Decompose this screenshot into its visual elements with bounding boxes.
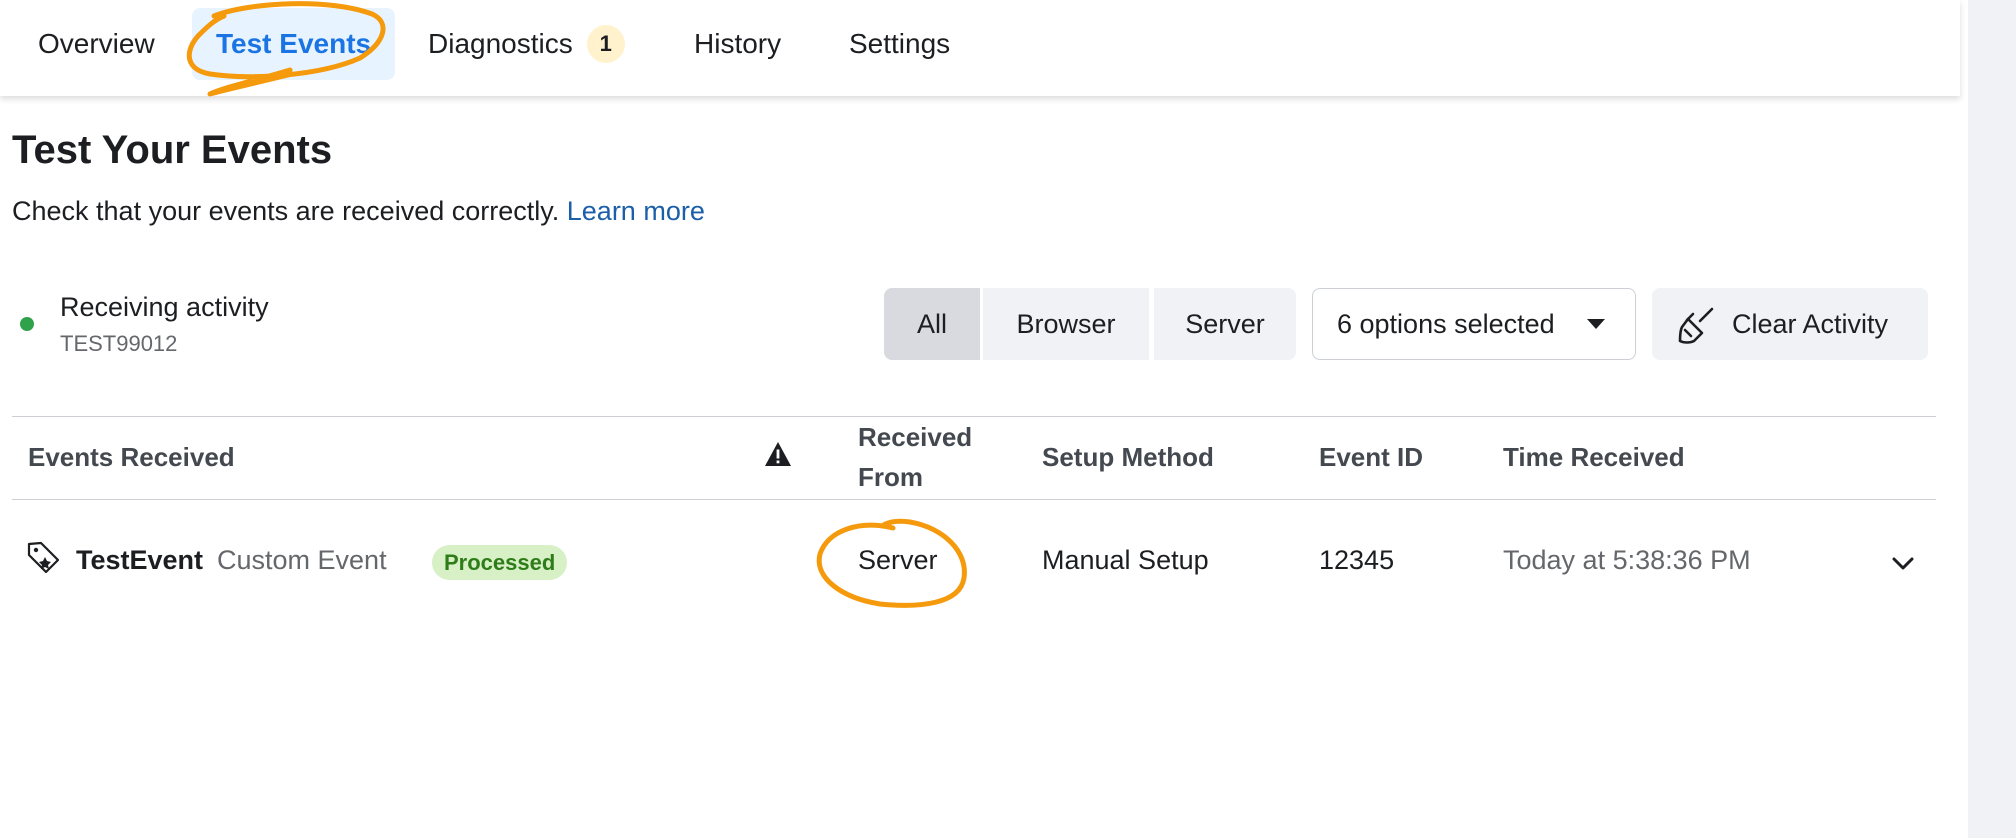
- diagnostics-count-badge: 1: [586, 25, 625, 63]
- column-header-events-received: Events Received: [28, 442, 235, 472]
- page-subtitle: Check that your events are received corr…: [12, 196, 705, 227]
- caret-down-icon: [1587, 319, 1605, 329]
- event-options-dropdown[interactable]: 6 options selected: [1312, 288, 1636, 360]
- test-event-code: TEST99012: [60, 331, 178, 356]
- tab-diagnostics[interactable]: Diagnostics 1: [428, 8, 625, 80]
- column-header-time-received: Time Received: [1503, 442, 1685, 472]
- status-label: Receiving activity: [60, 292, 269, 322]
- event-name: TestEvent: [76, 545, 204, 575]
- subtitle-text: Check that your events are received corr…: [12, 196, 560, 226]
- time-received-cell: Today at 5:38:36 PM: [1503, 545, 1751, 575]
- status-indicator-dot: [20, 317, 34, 331]
- column-header-setup-method: Setup Method: [1042, 442, 1214, 472]
- page-title: Test Your Events: [12, 128, 333, 172]
- column-header-line: From: [858, 462, 923, 492]
- event-type: Custom Event: [217, 545, 387, 575]
- column-header-event-id: Event ID: [1319, 442, 1424, 472]
- page: Overview Test Events Diagnostics 1 Histor…: [0, 0, 2016, 838]
- tab-overview[interactable]: Overview: [38, 8, 155, 80]
- filter-browser-button[interactable]: Browser: [983, 288, 1149, 360]
- tab-history[interactable]: History: [694, 8, 781, 80]
- column-header-received-from: Received From: [858, 417, 972, 497]
- clear-activity-button[interactable]: Clear Activity: [1652, 288, 1928, 360]
- tab-label: Diagnostics: [428, 28, 573, 59]
- event-id-cell: 12345: [1319, 545, 1395, 575]
- tab-bar: Overview Test Events Diagnostics 1 Histor…: [0, 0, 1960, 96]
- chevron-down-icon[interactable]: [1888, 548, 1918, 578]
- processed-status-badge: Processed: [432, 545, 568, 580]
- event-tag-icon: [27, 541, 60, 574]
- table-header: Events Received Received From Setup Meth…: [12, 416, 1936, 500]
- table-row[interactable]: TestEvent Custom Event Processed Server …: [12, 500, 1936, 628]
- tab-settings[interactable]: Settings: [849, 8, 950, 80]
- tab-test-events[interactable]: Test Events: [192, 8, 396, 80]
- column-header-line: Received: [858, 422, 973, 452]
- tab-label: History: [694, 28, 782, 59]
- filter-server-button[interactable]: Server: [1154, 288, 1296, 360]
- tab-label: Test Events: [216, 28, 372, 59]
- warning-icon: [765, 442, 791, 466]
- tab-label: Overview: [38, 28, 155, 59]
- setup-method-cell: Manual Setup: [1042, 545, 1209, 575]
- filter-all-button[interactable]: All: [884, 288, 980, 360]
- learn-more-link[interactable]: Learn more: [567, 196, 705, 226]
- dropdown-label: 6 options selected: [1337, 309, 1555, 339]
- events-table: Events Received Received From Setup Meth…: [12, 416, 1936, 628]
- broom-icon: [1678, 307, 1714, 344]
- received-from-cell: Server: [858, 545, 938, 575]
- clear-activity-label: Clear Activity: [1732, 309, 1889, 339]
- scrollbar-track[interactable]: [1968, 0, 2016, 838]
- tab-label: Settings: [849, 28, 951, 59]
